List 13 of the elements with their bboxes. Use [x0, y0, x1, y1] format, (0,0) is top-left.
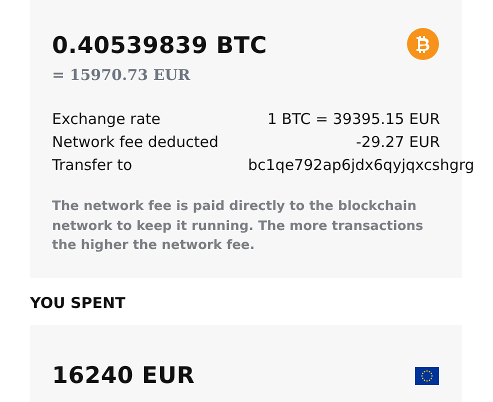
bitcoin-icon — [407, 28, 439, 60]
detail-value: 1 BTC = 39395.15 EUR — [266, 109, 440, 130]
section-heading: YOU SPENT — [30, 294, 126, 312]
detail-label: Exchange rate — [52, 109, 162, 130]
amount-text: 0.40539839 BTC — [52, 33, 268, 59]
detail-label: Network fee deducted — [52, 132, 220, 153]
flag-icon — [415, 366, 439, 384]
detail-value: bc1qe792ap6jdx6qyjqxcshgrg — [248, 155, 474, 176]
equivalent-amount: = 15970.73 EUR — [52, 66, 192, 84]
detail-value: -29.27 EUR — [354, 132, 440, 153]
fee-note: The network fee is paid directly to the blockchain network to keep it running. The more transactions the higher the network fee. — [52, 198, 424, 255]
amount-text: 16240 EUR — [52, 362, 195, 388]
detail-label: Transfer to — [52, 155, 134, 176]
